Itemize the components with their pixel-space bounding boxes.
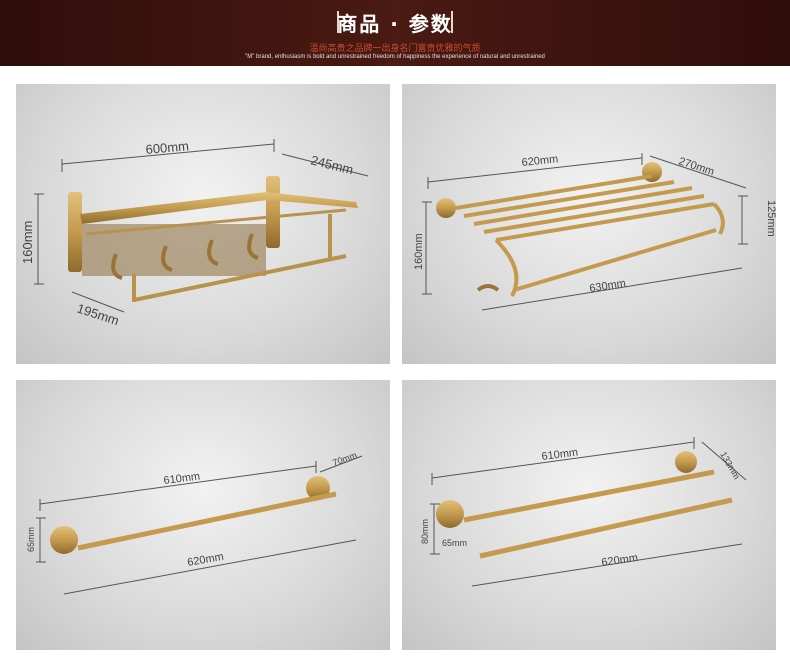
dim-label: 610mm [163,471,201,487]
dim-label: 620mm [186,551,224,569]
dim-label: 70mm [331,450,358,468]
dim-label: 125mm [765,200,776,237]
dim-label: 160mm [413,233,425,270]
product-panel-2: 620mm 270mm 125mm 160mm 630mm [402,84,776,364]
subtitle-english: "M" brand, enthusiasm is bold and unrest… [245,54,545,60]
dim-label: 65mm [442,538,467,548]
dim-label: 65mm [26,527,36,552]
dim-label: 630mm [589,277,627,295]
dim-label: 133mm [718,450,742,481]
wall-bracket-right [266,176,280,248]
page-title: 商品 · 参数 [337,12,453,36]
product-3-drawing: 610mm 70mm 65mm 620mm [26,450,363,595]
dim-label: 600mm [145,138,190,157]
product-panel-3: 610mm 70mm 65mm 620mm [16,380,390,650]
wall-bracket-left [68,192,82,272]
dim-label: 610mm [541,447,579,463]
towel-bar [77,491,337,551]
product-1-drawing: 600mm 245mm 160mm 195mm [20,138,369,329]
dim-label: 620mm [601,552,639,569]
dim-label: 160mm [20,221,35,264]
dim-label: 195mm [75,301,121,329]
product-panel-4: 610mm 133mm 80mm 65mm 620mm [402,380,776,650]
dim-label: 80mm [420,519,430,544]
top-shelf [80,192,358,224]
dim-label: 620mm [521,153,559,169]
towel-bars [463,469,733,559]
header-banner: 商品 · 参数 温尚高贵之品牌一出身名门富贵优雅的气质 "M" brand, e… [0,0,790,66]
dim-label: 245mm [309,152,355,177]
wall-mount-left [436,500,464,528]
product-2-drawing: 620mm 270mm 125mm 160mm 630mm [413,153,776,311]
product-panel-1: 600mm 245mm 160mm 195mm [16,84,390,364]
dim-label: 270mm [677,155,716,178]
wall-mount-right [675,451,697,473]
subtitle-chinese: 温尚高贵之品牌一出身名门富贵优雅的气质 [309,44,481,54]
product-4-drawing: 610mm 133mm 80mm 65mm 620mm [420,437,747,587]
wall-mount-left [436,198,456,218]
title-right-bar [451,11,453,33]
wall-mount-left [50,526,78,554]
